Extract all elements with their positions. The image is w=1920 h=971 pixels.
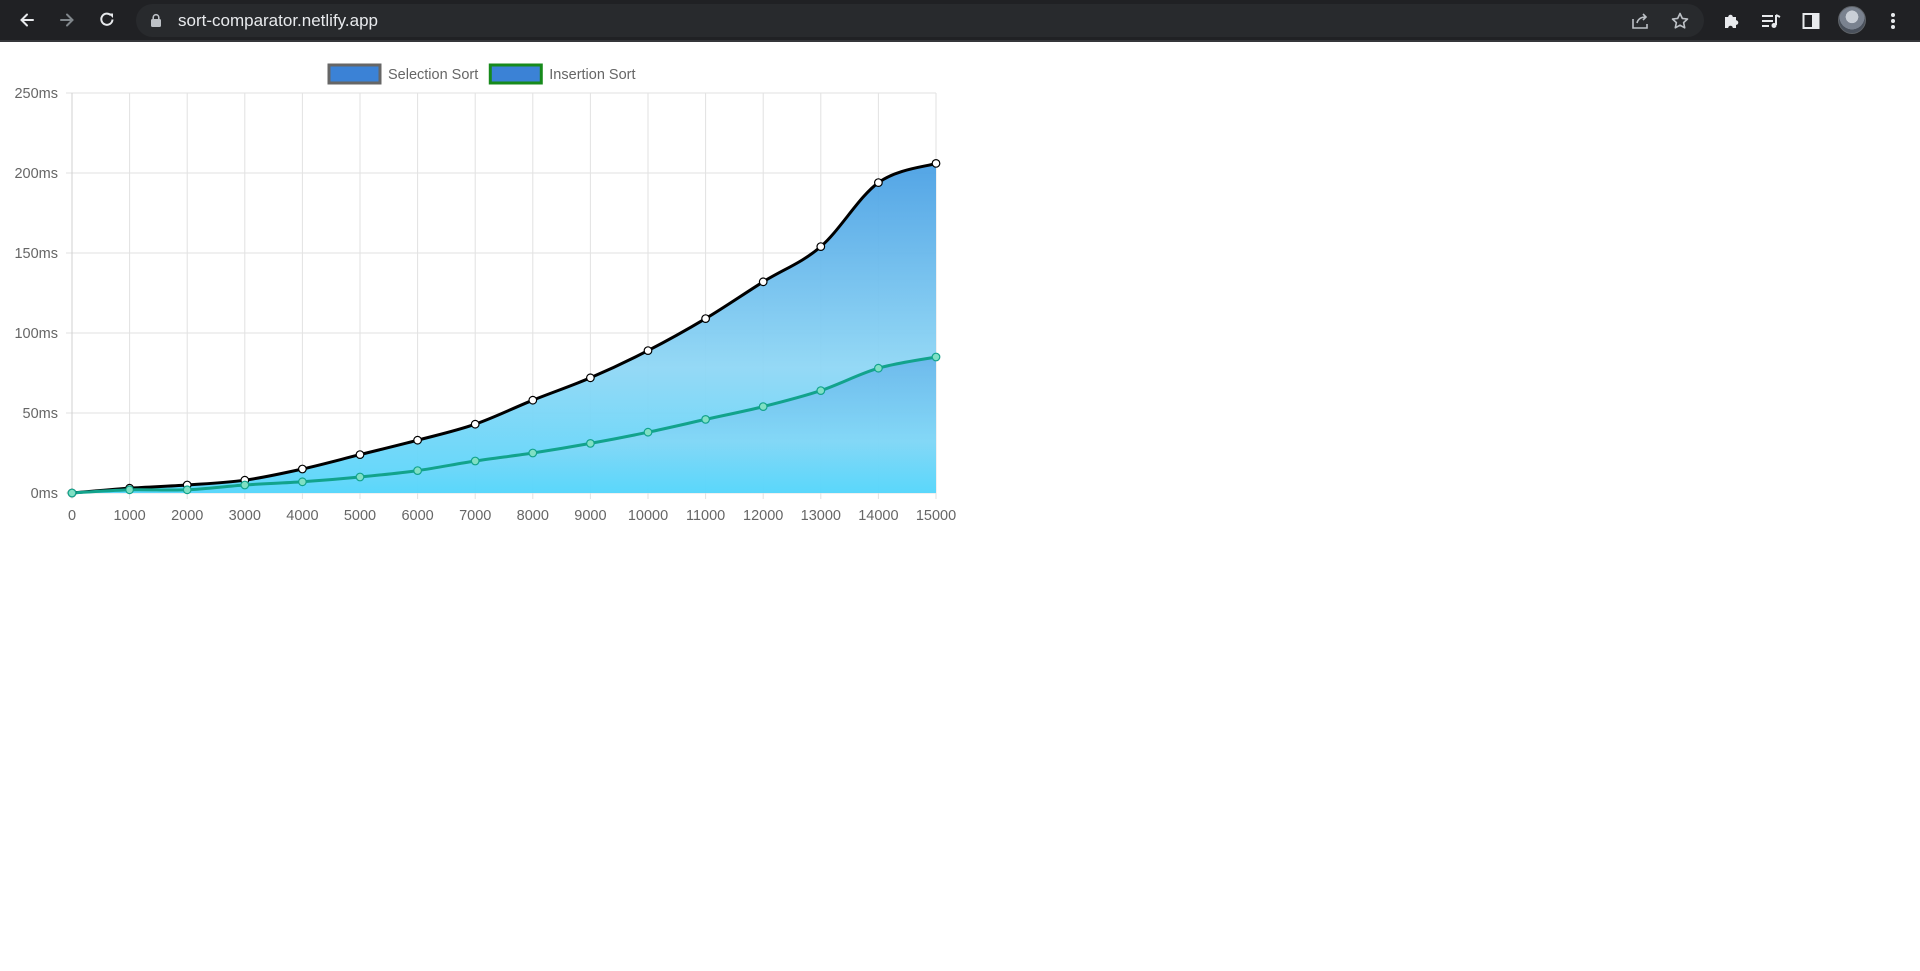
- forward-arrow-icon: [60, 13, 74, 27]
- x-tick-label: 2000: [171, 508, 203, 524]
- data-point[interactable]: [931, 158, 941, 168]
- data-point[interactable]: [586, 373, 595, 383]
- data-point[interactable]: [470, 456, 480, 466]
- media-control-button[interactable]: [1758, 8, 1784, 34]
- extensions-icon: [1725, 14, 1739, 28]
- back-arrow-icon: [20, 13, 34, 27]
- chart-legend[interactable]: Selection Sort Insertion Sort: [327, 63, 636, 85]
- legend-label: Insertion Sort: [549, 67, 635, 83]
- x-tick-label: 3000: [229, 508, 261, 524]
- data-point[interactable]: [413, 466, 423, 476]
- url-text: sort-comparator.netlify.app: [178, 11, 378, 30]
- x-tick-label: 1000: [113, 508, 145, 524]
- lock-icon: [151, 13, 161, 27]
- y-tick-label: 250ms: [14, 86, 58, 102]
- x-tick-label: 0: [68, 508, 76, 524]
- data-point[interactable]: [643, 346, 653, 356]
- data-point[interactable]: [874, 178, 883, 188]
- legend-item-series-1[interactable]: Selection Sort: [327, 63, 478, 85]
- data-point[interactable]: [298, 477, 307, 487]
- x-tick-label: 10000: [628, 508, 668, 524]
- y-tick-label: 50ms: [23, 406, 58, 422]
- data-point[interactable]: [125, 485, 135, 495]
- data-point[interactable]: [701, 415, 710, 424]
- sort-comparison-chart: 0ms 50ms 100ms 150ms 200ms 250ms 0 1000 2000 300…: [14, 63, 956, 524]
- legend-label: Selection Sort: [388, 67, 478, 83]
- address-bar[interactable]: sort-comparator.netlify.app: [136, 4, 1704, 37]
- data-point[interactable]: [298, 464, 307, 474]
- data-point[interactable]: [528, 395, 538, 405]
- x-tick-label: 6000: [401, 508, 433, 524]
- data-point[interactable]: [586, 439, 595, 448]
- back-button[interactable]: [12, 5, 42, 35]
- data-point[interactable]: [701, 314, 710, 324]
- forward-button[interactable]: [52, 5, 82, 35]
- data-point[interactable]: [931, 352, 941, 362]
- data-point[interactable]: [528, 448, 538, 458]
- chart-container: 0ms 50ms 100ms 150ms 200ms 250ms 0 1000 2000 300…: [0, 42, 1000, 552]
- data-point[interactable]: [470, 419, 480, 429]
- legend-swatch: [488, 63, 543, 85]
- bookmark-button[interactable]: [1669, 10, 1691, 32]
- x-tick-label: 7000: [459, 508, 491, 524]
- data-point[interactable]: [816, 386, 826, 396]
- extensions-button[interactable]: [1718, 8, 1744, 34]
- media-control-icon: [1762, 14, 1781, 28]
- x-tick-label: 4000: [286, 508, 318, 524]
- data-point[interactable]: [816, 242, 826, 252]
- data-point[interactable]: [182, 485, 192, 495]
- y-axis-ticks: 0ms 50ms 100ms 150ms 200ms 250ms: [14, 86, 58, 502]
- legend-swatch: [327, 63, 382, 85]
- data-point[interactable]: [758, 402, 768, 412]
- reload-button[interactable]: [92, 5, 122, 35]
- share-button[interactable]: [1629, 10, 1651, 32]
- y-tick-label: 200ms: [14, 166, 58, 182]
- side-panel-icon: [1802, 13, 1820, 29]
- x-tick-label: 13000: [801, 508, 841, 524]
- x-tick-label: 8000: [517, 508, 549, 524]
- data-point[interactable]: [643, 427, 653, 437]
- profile-avatar[interactable]: [1838, 6, 1866, 34]
- data-point[interactable]: [355, 472, 365, 482]
- browser-toolbar: sort-comparator.netlify.app: [0, 0, 1920, 42]
- y-tick-label: 100ms: [14, 326, 58, 342]
- star-icon: [1671, 12, 1689, 29]
- x-tick-label: 11000: [686, 508, 725, 524]
- y-tick-label: 150ms: [14, 246, 58, 262]
- data-point[interactable]: [874, 363, 883, 373]
- x-tick-label: 12000: [743, 508, 783, 524]
- data-point[interactable]: [758, 277, 768, 287]
- y-tick-label: 0ms: [31, 486, 58, 502]
- data-point[interactable]: [67, 488, 77, 498]
- side-panel-button[interactable]: [1798, 8, 1824, 34]
- x-tick-label: 5000: [344, 508, 376, 524]
- area-fills: [72, 163, 936, 493]
- menu-button[interactable]: [1880, 8, 1906, 34]
- data-point[interactable]: [240, 480, 250, 490]
- x-tick-label: 14000: [858, 508, 898, 524]
- kebab-menu-icon: [1891, 13, 1895, 29]
- share-icon: [1632, 13, 1648, 29]
- legend-item-series-2[interactable]: Insertion Sort: [488, 63, 636, 85]
- data-point[interactable]: [355, 450, 365, 460]
- x-tick-label: 9000: [574, 508, 606, 524]
- data-point[interactable]: [413, 435, 423, 445]
- reload-icon: [100, 12, 114, 26]
- x-axis-ticks: 0 1000 2000 3000 4000 5000 6000 7000 8000 9000 100…: [68, 508, 956, 524]
- x-tick-label: 15000: [916, 508, 956, 524]
